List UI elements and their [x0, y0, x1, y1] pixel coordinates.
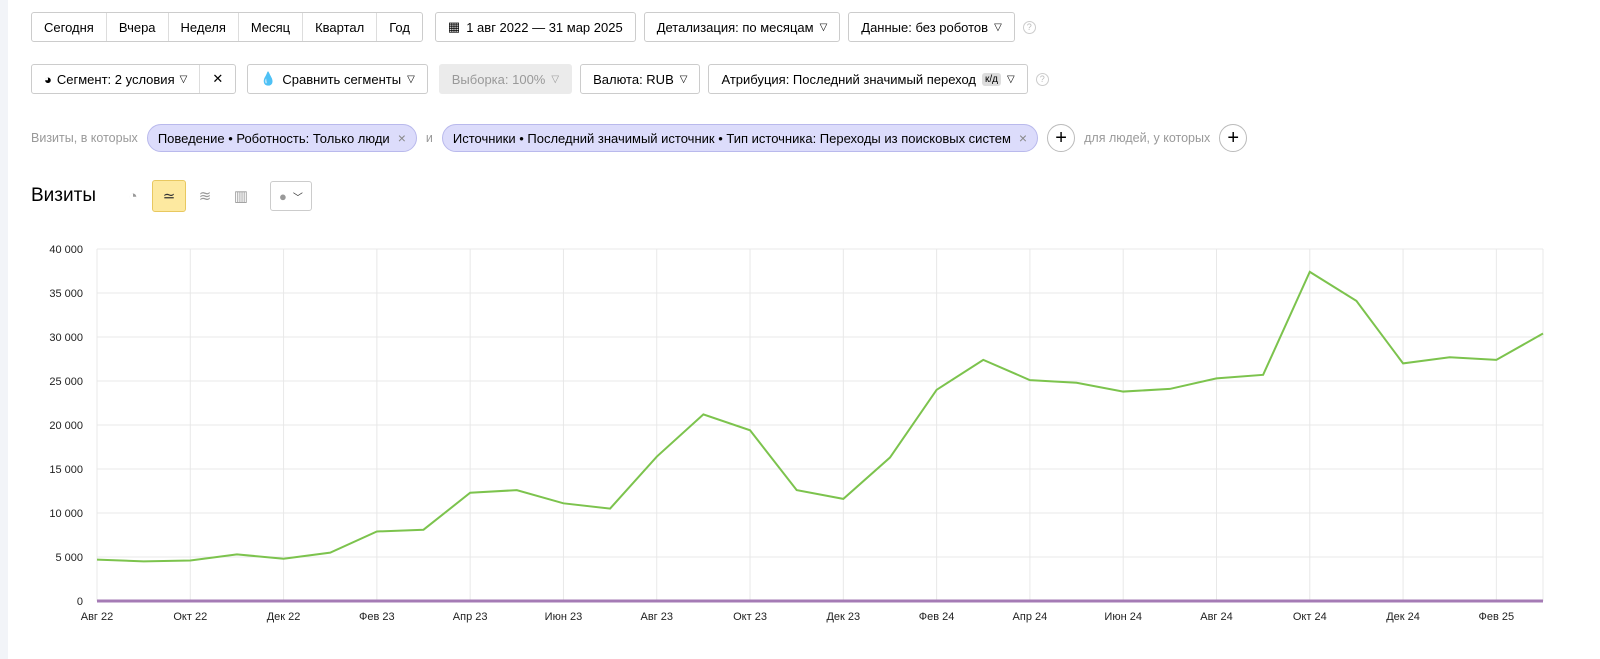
x-tick-label: Июн 23	[545, 611, 583, 623]
x-tick-label: Окт 22	[173, 611, 207, 623]
x-tick-label: Фев 23	[359, 611, 395, 623]
x-tick-label: Фев 24	[919, 611, 955, 623]
x-tick-label: Июн 24	[1104, 611, 1142, 623]
x-tick-label: Дек 23	[826, 611, 860, 623]
x-tick-label: Апр 23	[453, 611, 488, 623]
y-tick-label: 40 000	[49, 244, 83, 256]
series-line	[96, 270, 1544, 563]
x-tick-label: Фев 25	[1479, 611, 1515, 623]
x-tick-label: Авг 22	[81, 611, 113, 623]
x-tick-label: Окт 23	[733, 611, 767, 623]
x-tick-label: Дек 22	[267, 611, 301, 623]
visits-chart: 0 5 000 10 000 15 000 20 000 25 000 30 000 35 0…	[49, 244, 1544, 623]
y-tick-label: 30 000	[49, 332, 83, 344]
y-tick-label: 0	[77, 596, 83, 608]
x-tick-label: Авг 24	[1200, 611, 1232, 623]
x-tick-label: Окт 24	[1293, 611, 1327, 623]
y-tick-label: 35 000	[49, 288, 83, 300]
y-tick-label: 20 000	[49, 420, 83, 432]
y-tick-label: 15 000	[49, 464, 83, 476]
x-tick-label: Дек 24	[1386, 611, 1420, 623]
y-tick-label: 25 000	[49, 376, 83, 388]
x-tick-label: Апр 24	[1013, 611, 1048, 623]
y-tick-label: 5 000	[55, 552, 83, 564]
y-tick-label: 10 000	[49, 508, 83, 520]
x-tick-label: Авг 23	[640, 611, 672, 623]
